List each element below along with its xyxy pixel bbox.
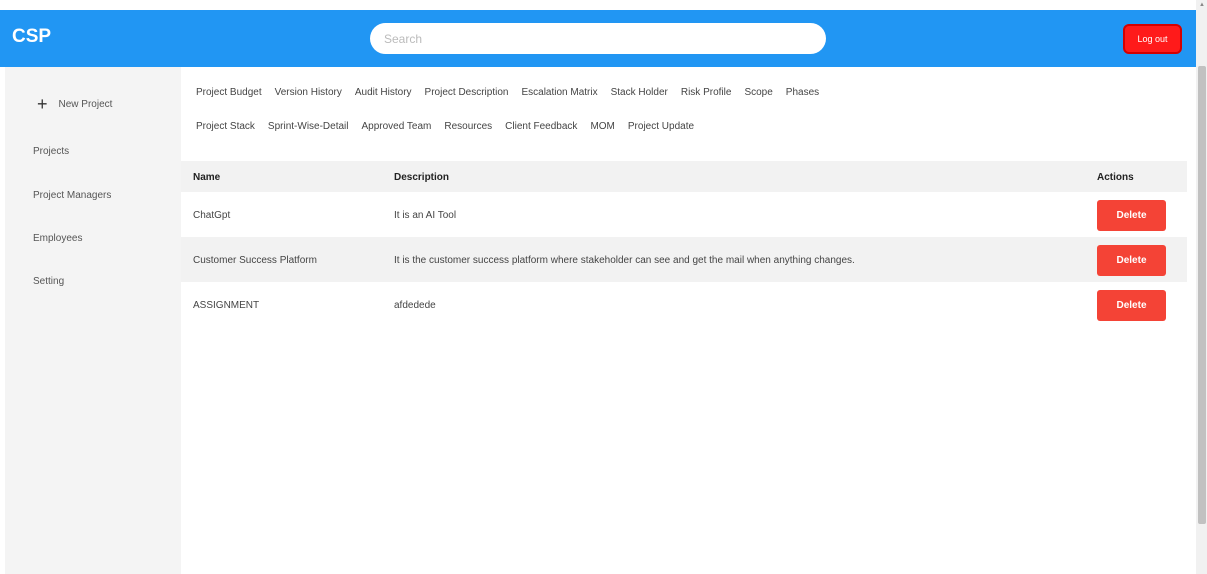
row-description: It is an AI Tool xyxy=(394,210,457,221)
table-row: ChatGpt It is an AI Tool Delete xyxy=(181,192,1187,237)
delete-button[interactable]: Delete xyxy=(1097,200,1166,231)
row-description: afdedede xyxy=(394,300,436,311)
tab-version-history[interactable]: Version History xyxy=(275,87,342,98)
scroll-up-arrow-icon[interactable]: ▲ xyxy=(1199,2,1205,8)
tab-escalation-matrix[interactable]: Escalation Matrix xyxy=(521,87,597,98)
scrollbar-thumb[interactable] xyxy=(1198,66,1206,524)
tab-approved-team[interactable]: Approved Team xyxy=(362,121,432,132)
top-strip xyxy=(0,0,1207,10)
table-header: Name Description Actions xyxy=(181,161,1187,192)
tab-project-description[interactable]: Project Description xyxy=(425,87,509,98)
table-row: Customer Success Platform It is the cust… xyxy=(181,237,1187,282)
sidebar-item-employees[interactable]: Employees xyxy=(33,233,82,244)
tab-mom[interactable]: MOM xyxy=(590,121,614,132)
app-header: CSP Log out xyxy=(0,10,1196,67)
sidebar: + New Project Projects Project Managers … xyxy=(5,67,181,574)
app-logo[interactable]: CSP xyxy=(12,26,51,48)
search-input[interactable] xyxy=(370,23,826,54)
sidebar-item-projects[interactable]: Projects xyxy=(33,146,69,157)
table-row: ASSIGNMENT afdedede Delete xyxy=(181,282,1187,327)
column-header-description: Description xyxy=(394,172,450,183)
new-project-label: New Project xyxy=(58,98,113,110)
tab-risk-profile[interactable]: Risk Profile xyxy=(681,87,732,98)
column-header-actions: Actions xyxy=(1097,172,1134,183)
tab-resources[interactable]: Resources xyxy=(444,121,492,132)
tab-project-budget[interactable]: Project Budget xyxy=(196,87,262,98)
tab-scope[interactable]: Scope xyxy=(744,87,772,98)
sidebar-item-setting[interactable]: Setting xyxy=(33,276,64,287)
tab-project-stack[interactable]: Project Stack xyxy=(196,121,255,132)
sidebar-item-project-managers[interactable]: Project Managers xyxy=(33,190,111,201)
row-name: ASSIGNMENT xyxy=(193,300,260,311)
row-name: ChatGpt xyxy=(193,210,231,221)
delete-button[interactable]: Delete xyxy=(1097,290,1166,321)
logout-button[interactable]: Log out xyxy=(1123,24,1182,54)
plus-icon: + xyxy=(37,94,48,114)
tabs-row-2: Project Stack Sprint-Wise-Detail Approve… xyxy=(196,121,694,132)
row-description: It is the customer success platform wher… xyxy=(394,255,855,266)
delete-button[interactable]: Delete xyxy=(1097,245,1166,276)
tab-project-update[interactable]: Project Update xyxy=(628,121,694,132)
tab-stack-holder[interactable]: Stack Holder xyxy=(611,87,668,98)
tab-audit-history[interactable]: Audit History xyxy=(355,87,412,98)
row-name: Customer Success Platform xyxy=(193,255,317,266)
tabs-row-1: Project Budget Version History Audit His… xyxy=(196,87,819,98)
tab-client-feedback[interactable]: Client Feedback xyxy=(505,121,577,132)
column-header-name: Name xyxy=(193,172,221,183)
tab-phases[interactable]: Phases xyxy=(786,87,819,98)
tab-sprint-wise-detail[interactable]: Sprint-Wise-Detail xyxy=(268,121,349,132)
new-project-button[interactable]: + New Project xyxy=(37,95,112,113)
